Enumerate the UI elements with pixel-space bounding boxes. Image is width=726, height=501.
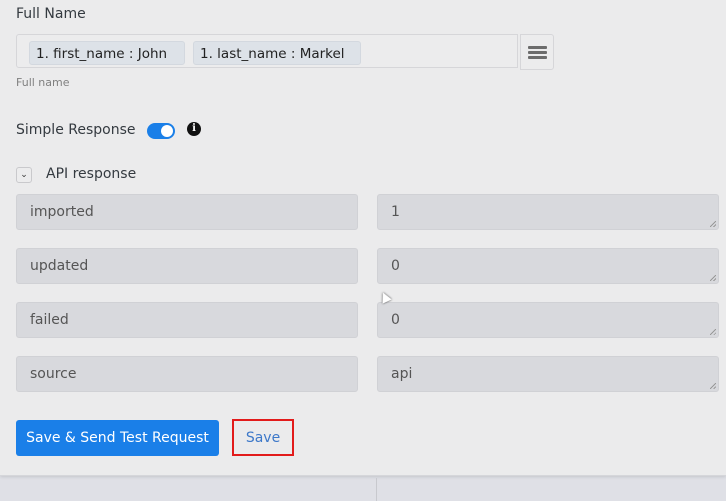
response-value-field[interactable]: 0 [377, 302, 719, 338]
full-name-help-text: Full name [16, 76, 70, 89]
resize-handle-icon[interactable] [710, 221, 716, 227]
info-icon[interactable]: i [187, 122, 201, 136]
response-value-text: 0 [391, 312, 400, 328]
form-panel: Full Name 1. first_name : John 1. last_n… [0, 0, 726, 476]
response-key-field[interactable]: imported [16, 194, 358, 230]
response-value-text: 0 [391, 258, 400, 274]
tag-last-name[interactable]: 1. last_name : Markel [193, 41, 361, 65]
simple-response-toggle[interactable] [147, 123, 175, 139]
response-key-field[interactable]: updated [16, 248, 358, 284]
response-key-field[interactable]: source [16, 356, 358, 392]
response-value-field[interactable]: 0 [377, 248, 719, 284]
save-button[interactable]: Save [232, 419, 294, 456]
column-divider [376, 478, 377, 501]
resize-handle-icon[interactable] [710, 329, 716, 335]
save-send-test-request-button[interactable]: Save & Send Test Request [16, 420, 219, 456]
response-key-field[interactable]: failed [16, 302, 358, 338]
full-name-label: Full Name [16, 6, 86, 22]
hamburger-menu-icon-bar [527, 50, 547, 54]
resize-handle-icon[interactable] [710, 383, 716, 389]
simple-response-label: Simple Response [16, 122, 136, 138]
response-value-field[interactable]: api [377, 356, 719, 392]
field-menu-button[interactable] [520, 34, 554, 70]
response-value-text: api [391, 366, 413, 382]
hamburger-menu-icon [527, 45, 547, 49]
toggle-knob [161, 125, 173, 137]
chevron-down-icon[interactable]: ⌄ [16, 167, 32, 183]
api-response-title: API response [46, 166, 137, 182]
response-value-text: 1 [391, 204, 400, 220]
full-name-input[interactable]: 1. first_name : John 1. last_name : Mark… [16, 34, 518, 68]
resize-handle-icon[interactable] [710, 275, 716, 281]
tag-first-name[interactable]: 1. first_name : John [29, 41, 185, 65]
hamburger-menu-icon-bar [527, 55, 547, 59]
response-value-field[interactable]: 1 [377, 194, 719, 230]
